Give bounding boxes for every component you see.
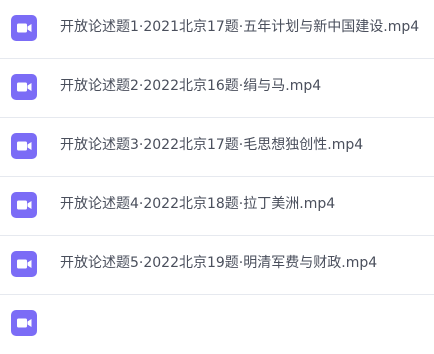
video-file-icon xyxy=(11,192,37,218)
file-row[interactable]: 开放论述题1·2021北京17题·五年计划与新中国建设.mp4 xyxy=(0,0,434,59)
video-file-icon xyxy=(11,251,37,277)
file-row[interactable]: 开放论述题4·2022北京18题·拉丁美洲.mp4 xyxy=(0,177,434,236)
file-row[interactable]: 开放论述题2·2022北京16题·绢与马.mp4 xyxy=(0,59,434,118)
file-list: 开放论述题1·2021北京17题·五年计划与新中国建设.mp4 开放论述题2·2… xyxy=(0,0,434,336)
file-row-partial[interactable] xyxy=(0,295,434,354)
file-name: 开放论述题1·2021北京17题·五年计划与新中国建设.mp4 xyxy=(60,19,420,35)
file-name: 开放论述题5·2022北京19题·明清军费与财政.mp4 xyxy=(60,255,378,271)
file-row[interactable]: 开放论述题5·2022北京19题·明清军费与财政.mp4 xyxy=(0,236,434,295)
file-name: 开放论述题3·2022北京17题·毛思想独创性.mp4 xyxy=(60,137,364,153)
video-file-icon xyxy=(11,15,37,41)
file-name: 开放论述题2·2022北京16题·绢与马.mp4 xyxy=(60,78,322,94)
video-file-icon xyxy=(11,74,37,100)
video-file-icon xyxy=(11,133,37,159)
file-name: 开放论述题4·2022北京18题·拉丁美洲.mp4 xyxy=(60,196,336,212)
file-row[interactable]: 开放论述题3·2022北京17题·毛思想独创性.mp4 xyxy=(0,118,434,177)
